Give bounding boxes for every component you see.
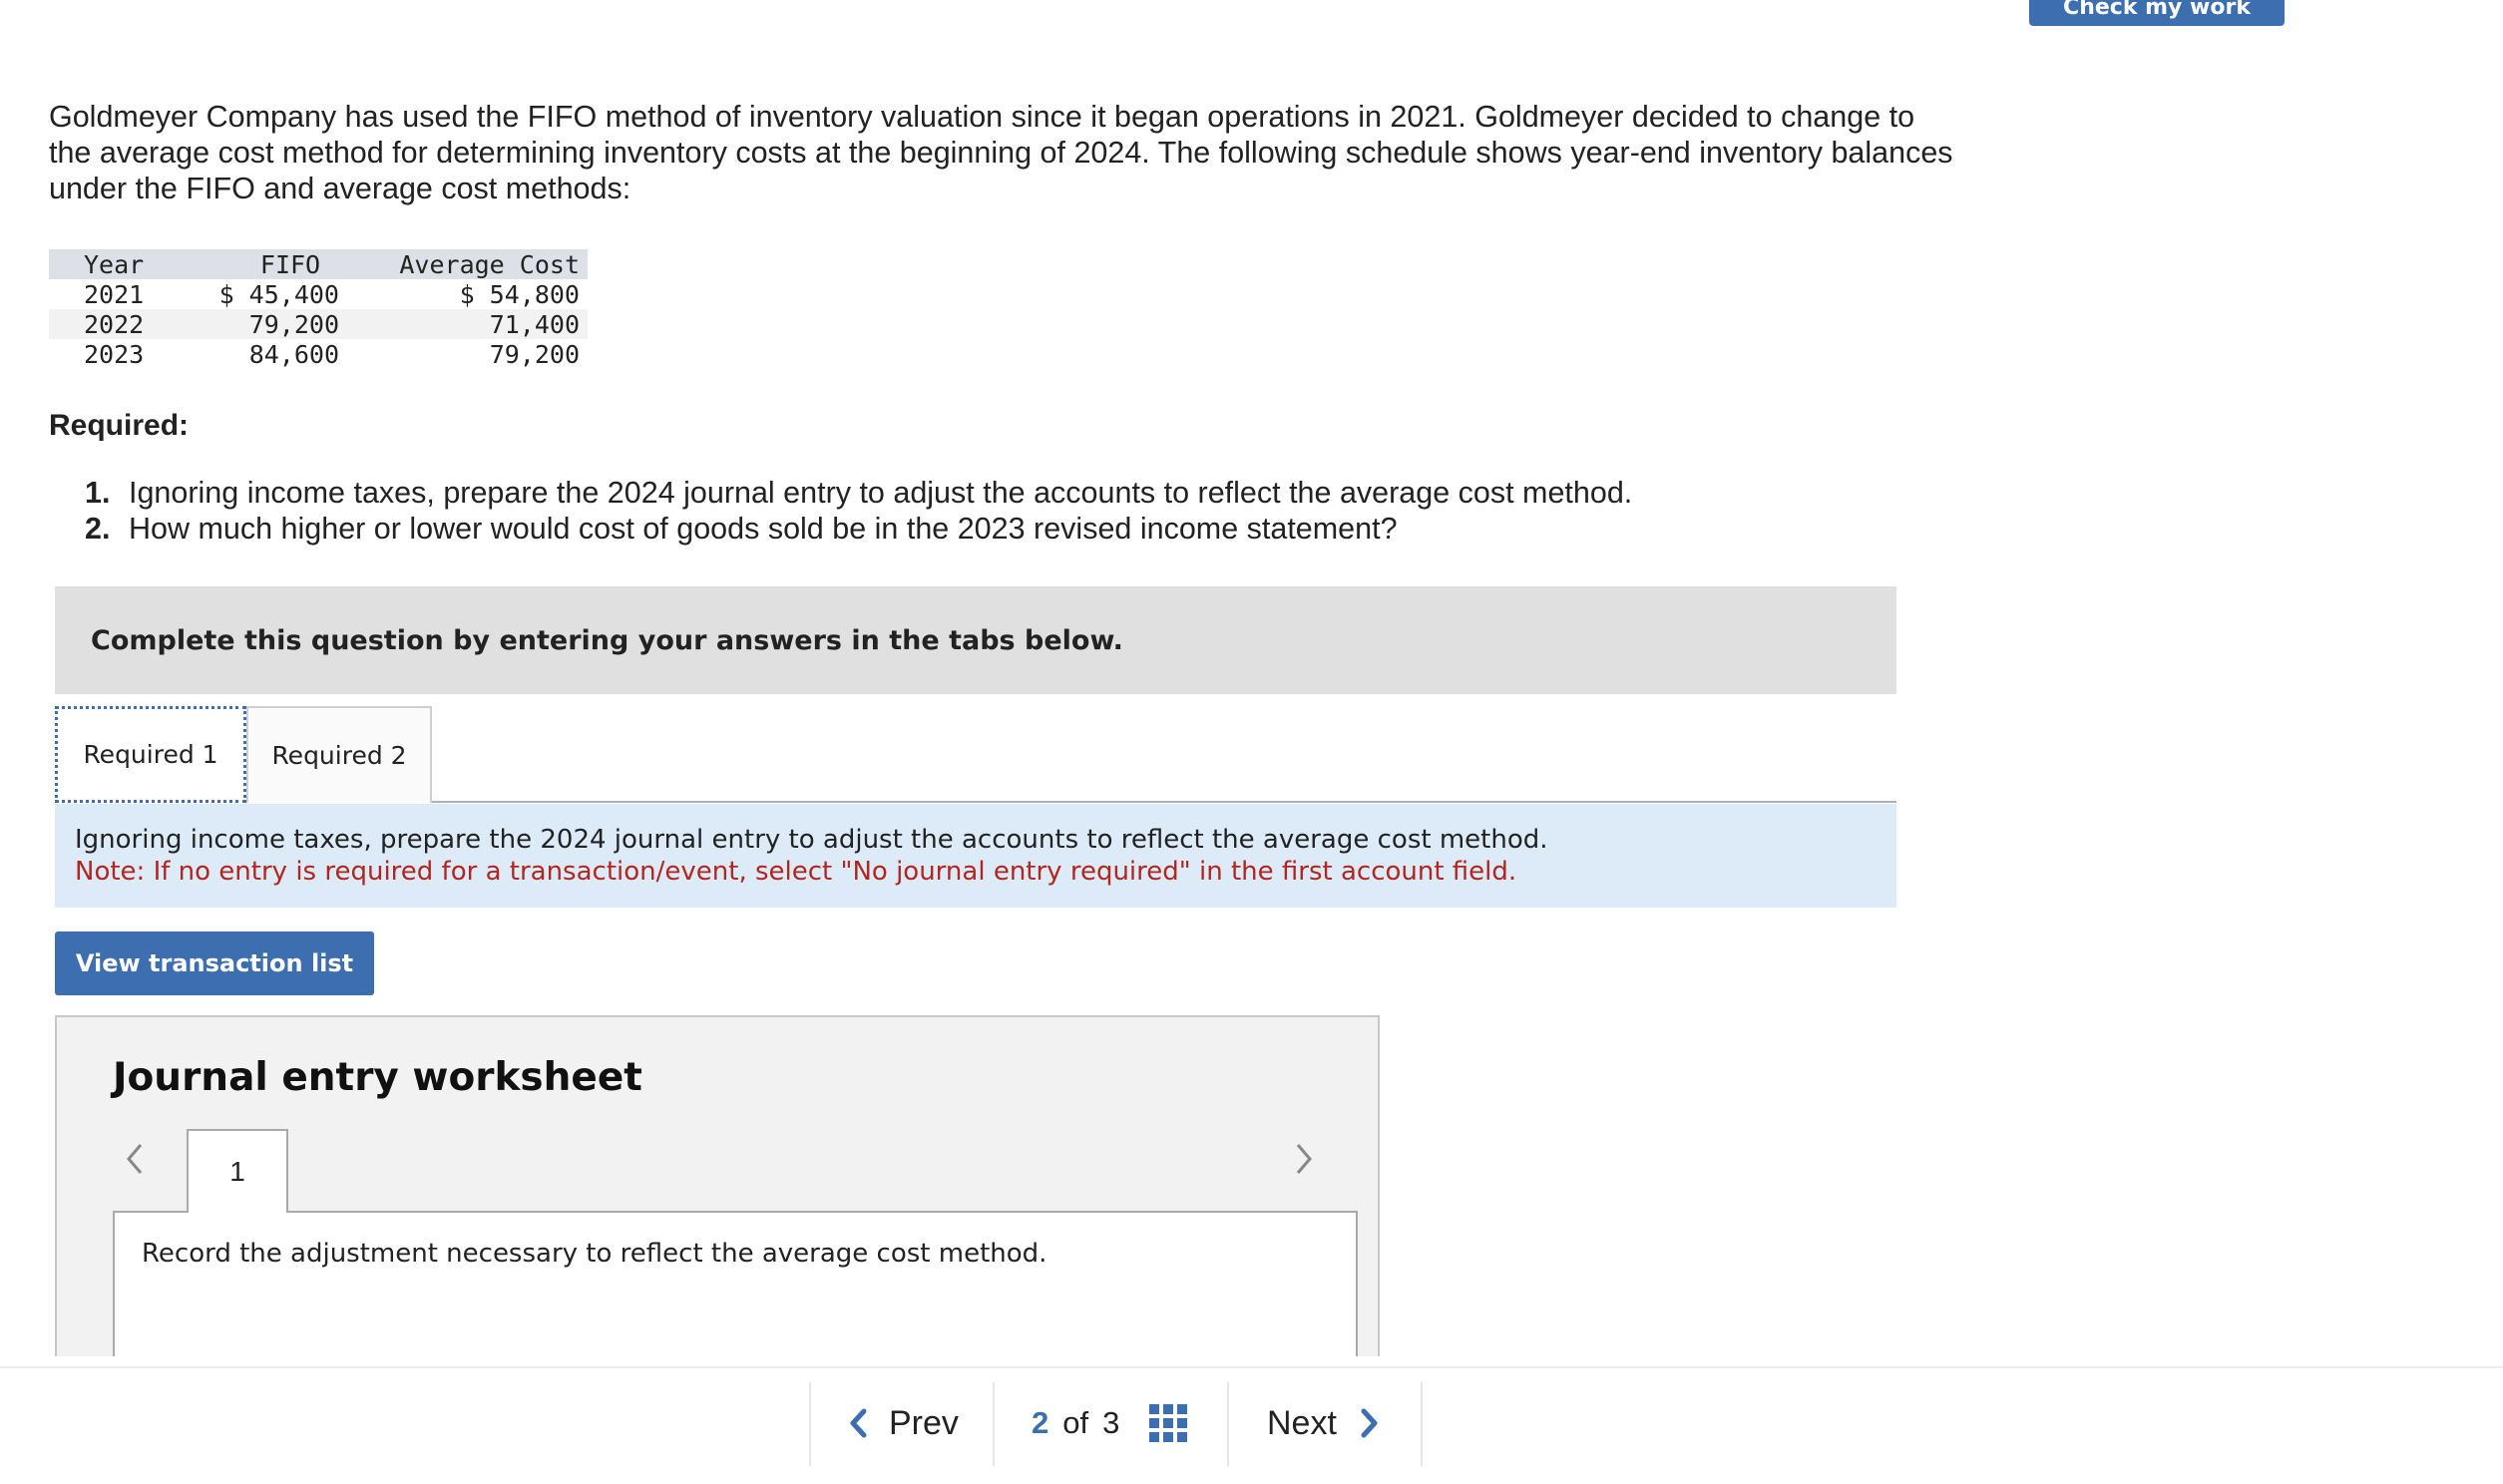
question-grid-icon[interactable] [1149, 1404, 1188, 1442]
required-tabs: Required 1 Required 2 [55, 706, 432, 803]
chevron-left-icon [850, 1408, 867, 1438]
required-item-number: 2. [85, 512, 111, 546]
tab-instructions: Ignoring income taxes, prepare the 2024 … [55, 804, 1896, 908]
schedule-header-row: Year FIFO Average Cost [49, 249, 588, 279]
worksheet-entry-tab[interactable]: 1 [187, 1129, 288, 1213]
instruction-text: Ignoring income taxes, prepare the 2024 … [75, 825, 1548, 855]
schedule-average-cost: $ 54,800 [459, 279, 580, 309]
page-of-label: of [1062, 1405, 1089, 1440]
schedule-header-fifo: FIFO [259, 249, 321, 279]
view-transaction-list-button[interactable]: View transaction list [55, 931, 374, 995]
schedule-average-cost: 79,200 [489, 339, 580, 369]
worksheet-title: Journal entry worksheet [113, 1055, 642, 1100]
schedule-header-average-cost: Average Cost [399, 249, 580, 279]
schedule-average-cost: 71,400 [489, 309, 580, 339]
schedule-year: 2021 [84, 279, 145, 309]
worksheet-description-box: Record the adjustment necessary to refle… [113, 1211, 1358, 1356]
schedule-fifo: 79,200 [248, 309, 339, 339]
schedule-row: 2023 84,600 79,200 [49, 339, 588, 369]
chevron-right-icon [1361, 1408, 1378, 1438]
tab-divider [432, 801, 1896, 803]
schedule-row: 2022 79,200 71,400 [49, 309, 588, 339]
footer-separator [809, 1382, 811, 1466]
required-item: 1. Ignoring income taxes, prepare the 20… [85, 475, 1632, 511]
footer-separator [1421, 1382, 1423, 1466]
inventory-schedule: Year FIFO Average Cost 2021 $ 45,400 $ 5… [49, 249, 588, 369]
schedule-fifo: $ 45,400 [218, 279, 339, 309]
schedule-row: 2021 $ 45,400 $ 54,800 [49, 279, 588, 309]
required-item-text: How much higher or lower would cost of g… [129, 512, 1398, 546]
schedule-fifo: 84,600 [248, 339, 339, 369]
page-indicator[interactable]: 2 of 3 [1032, 1380, 1188, 1466]
worksheet-tab-joint [189, 1209, 286, 1213]
required-list: 1. Ignoring income taxes, prepare the 20… [85, 475, 1632, 547]
worksheet-description: Record the adjustment necessary to refle… [142, 1239, 1047, 1269]
page-footer: Prev 2 of 3 Next [0, 1366, 2503, 1484]
required-item: 2. How much higher or lower would cost o… [85, 511, 1632, 547]
prev-button[interactable]: Prev [845, 1380, 959, 1466]
required-item-text: Ignoring income taxes, prepare the 2024 … [129, 476, 1633, 510]
banner-text: Complete this question by entering your … [91, 624, 1123, 656]
schedule-year: 2022 [84, 309, 145, 339]
schedule-header-year: Year [84, 249, 145, 279]
chevron-left-icon[interactable] [117, 1139, 153, 1179]
current-page: 2 [1032, 1405, 1049, 1440]
footer-separator [993, 1382, 995, 1466]
tab-required-2[interactable]: Required 2 [246, 706, 432, 803]
required-item-number: 1. [85, 476, 111, 510]
problem-intro: Goldmeyer Company has used the FIFO meth… [49, 100, 1953, 205]
instruction-banner: Complete this question by entering your … [55, 586, 1896, 694]
next-label: Next [1267, 1403, 1337, 1442]
chevron-right-icon[interactable] [1286, 1139, 1322, 1179]
required-heading: Required: [49, 409, 190, 442]
total-pages: 3 [1102, 1405, 1120, 1440]
journal-entry-worksheet: Journal entry worksheet 1 Record the adj… [55, 1015, 1380, 1356]
next-button[interactable]: Next [1267, 1380, 1383, 1466]
prev-label: Prev [889, 1403, 959, 1442]
instruction-note: Note: If no entry is required for a tran… [75, 857, 1517, 887]
schedule-year: 2023 [84, 339, 145, 369]
check-my-work-button[interactable]: Check my work [2029, 0, 2285, 26]
footer-separator [1227, 1382, 1229, 1466]
tab-required-1[interactable]: Required 1 [55, 706, 246, 803]
